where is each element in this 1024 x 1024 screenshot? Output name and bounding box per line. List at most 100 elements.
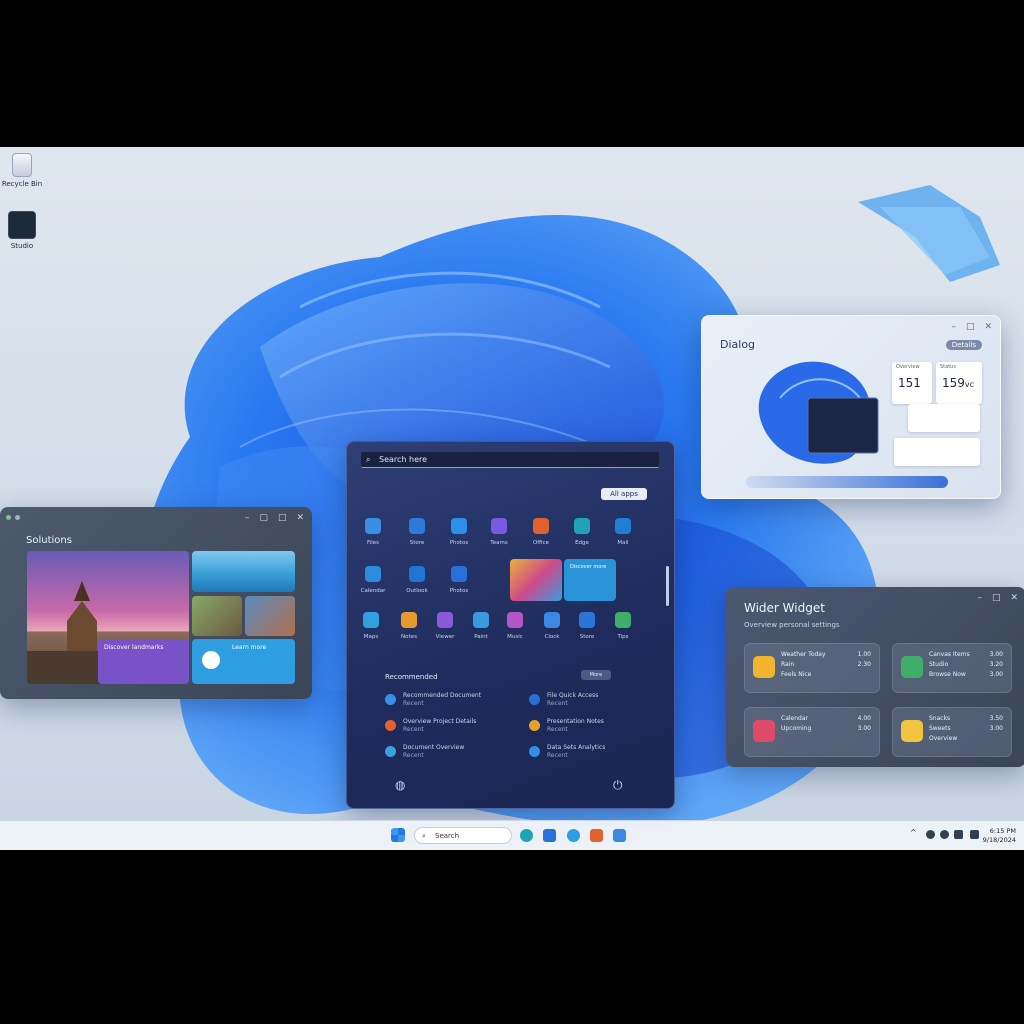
promo-tile-blue[interactable]: Learn more (192, 639, 295, 684)
widget-name: Weather Today (781, 651, 826, 658)
desktop-icon-studio[interactable]: Studio (0, 211, 44, 250)
widget-icon (753, 656, 775, 678)
maximize-icon[interactable]: □ (278, 513, 287, 523)
search-icon: ⌕ (422, 832, 426, 840)
recommended-item-subtitle: Recent (547, 752, 568, 759)
widget-values: 1.00 2.30 (858, 650, 871, 670)
start-menu: ⌕ Search here All apps Files Store Photos T… (346, 441, 675, 809)
recommended-item-title: Data Sets Analytics (547, 744, 606, 751)
app-icon (451, 518, 467, 534)
maximize-icon[interactable]: □ (992, 593, 1001, 603)
stat-value: 151 (898, 376, 921, 390)
power-icon[interactable]: ⏻ (613, 778, 623, 793)
taskbar-search-input[interactable]: ⌕ Search (414, 827, 512, 844)
app-icon (615, 518, 631, 534)
clock[interactable]: 6:15 PM 9/18/2024 (983, 827, 1016, 845)
beach-image-tile[interactable] (192, 551, 295, 592)
widget-text: Snacks Sweets Overview (929, 714, 957, 744)
close-icon[interactable]: ✕ (1010, 593, 1018, 603)
maximize-icon[interactable]: □ (966, 322, 975, 332)
file-icon (529, 694, 540, 705)
windows-start-icon[interactable] (391, 828, 405, 842)
files-icon[interactable] (543, 829, 556, 842)
app-icon (491, 518, 507, 534)
network-icon[interactable] (926, 830, 935, 839)
app-tile[interactable]: Outlook (395, 566, 439, 594)
chevron-up-icon[interactable]: ^ (910, 828, 917, 837)
widget-line: Feels Nice (781, 671, 812, 678)
close-icon[interactable]: ✕ (296, 513, 304, 523)
promo-tile-purple[interactable]: Discover landmarks (98, 639, 189, 684)
app-icon (579, 612, 595, 628)
recommended-item[interactable]: Document Overview Recent (385, 744, 505, 760)
recommended-item[interactable]: Data Sets Analytics Recent (529, 744, 649, 760)
app-tile[interactable]: Office (519, 518, 563, 546)
app-label: Mail (617, 540, 629, 546)
town-image-tile[interactable] (245, 596, 295, 636)
app-label: Photos (449, 588, 469, 594)
widget-value: 3.00 (989, 725, 1003, 732)
more-button[interactable]: More (581, 670, 611, 680)
volume-icon[interactable] (940, 830, 949, 839)
edge-icon[interactable] (520, 829, 533, 842)
office-icon[interactable] (590, 829, 603, 842)
user-avatar-icon[interactable]: ◍ (395, 778, 405, 792)
file-icon (529, 746, 540, 757)
window-subtitle: Overview personal settings (744, 621, 840, 629)
desktop-icon-recycle-bin[interactable]: Recycle Bin (0, 153, 44, 188)
notification-icon[interactable] (970, 830, 979, 839)
app-tile[interactable]: Teams (477, 518, 521, 546)
close-icon[interactable]: ✕ (984, 322, 992, 332)
recommended-item[interactable]: Recommended Document Recent (385, 692, 505, 708)
app-tile[interactable]: Files (351, 518, 395, 546)
app-icon (473, 612, 489, 628)
recommended-item[interactable]: Presentation Notes Recent (529, 718, 649, 734)
browser-icon[interactable] (567, 829, 580, 842)
app-tile[interactable]: Mail (601, 518, 645, 546)
app-tile[interactable]: Photos (437, 566, 481, 594)
recommended-item[interactable]: File Quick Access Recent (529, 692, 649, 708)
widget-card[interactable]: Weather Today Rain Feels Nice 1.00 2.30 (744, 643, 880, 693)
widget-line: Browse Now (929, 671, 966, 678)
app-shortcut-icon (8, 211, 36, 239)
minimize-icon[interactable]: – (951, 322, 956, 332)
featured-game-tile[interactable] (510, 559, 562, 601)
battery-icon[interactable] (954, 830, 963, 839)
widget-card[interactable]: Snacks Sweets Overview 3.50 3.00 (892, 707, 1012, 757)
featured-app-tile[interactable]: Discover more (564, 559, 616, 601)
info-row-card[interactable] (908, 404, 980, 432)
store-icon[interactable] (613, 829, 626, 842)
info-row-card[interactable] (894, 438, 980, 466)
app-tile[interactable]: Edge (560, 518, 604, 546)
tile-text: Discover more (570, 564, 607, 570)
widget-name: Snacks (929, 715, 951, 722)
app-tile[interactable]: Tips (601, 612, 645, 640)
widget-text: Calendar Upcoming (781, 714, 811, 734)
desktop: Recycle Bin Studio – ▢ □ ✕ Solutions Dis… (0, 147, 1024, 850)
widget-value: 1.00 (857, 651, 871, 658)
widget-icon (901, 720, 923, 742)
restore-icon[interactable]: ▢ (259, 513, 268, 523)
village-image-tile[interactable] (192, 596, 242, 636)
recommended-item-title: File Quick Access (547, 692, 599, 699)
app-tile[interactable]: Photos (437, 518, 481, 546)
app-label: Edge (575, 540, 589, 546)
widget-value: 3.00 (857, 725, 871, 732)
widget-card[interactable]: Canvas Items Studio Browse Now 3.00 3.20 3.00 (892, 643, 1012, 693)
app-tile[interactable]: Calendar (351, 566, 395, 594)
app-label: Store (409, 540, 425, 546)
widget-card[interactable]: Calendar Upcoming 4.00 3.00 (744, 707, 880, 757)
all-apps-button[interactable]: All apps (601, 488, 647, 500)
app-label: Outlook (406, 588, 428, 594)
app-tile[interactable]: Store (395, 518, 439, 546)
preview-bloom-image (750, 348, 890, 468)
scrollbar[interactable] (666, 566, 669, 606)
window-dots (6, 515, 20, 520)
app-label: Calendar (360, 588, 386, 594)
recommended-item[interactable]: Overview Project Details Recent (385, 718, 505, 734)
app-icon (409, 518, 425, 534)
start-search-input[interactable]: ⌕ Search here (361, 452, 659, 468)
app-label: Photos (449, 540, 469, 546)
minimize-icon[interactable]: – (245, 513, 250, 523)
minimize-icon[interactable]: – (977, 593, 982, 603)
